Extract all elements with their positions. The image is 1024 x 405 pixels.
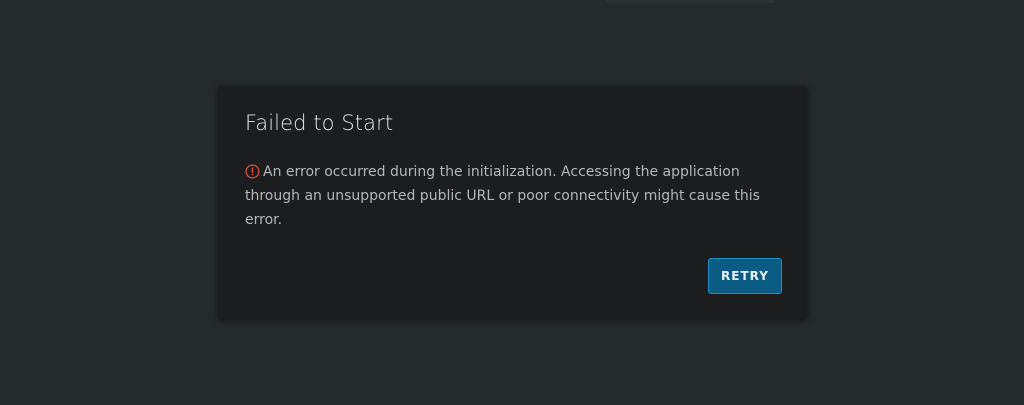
dialog-message-text: An error occurred during the initializat…: [245, 164, 760, 228]
dialog-message: An error occurred during the initializat…: [245, 160, 770, 232]
error-dialog: Failed to Start An error occurred during…: [218, 86, 807, 318]
retry-button[interactable]: RETRY: [708, 258, 782, 294]
background-strip: [606, 0, 774, 3]
error-circle-icon: [245, 164, 260, 179]
dialog-title: Failed to Start: [245, 111, 394, 135]
